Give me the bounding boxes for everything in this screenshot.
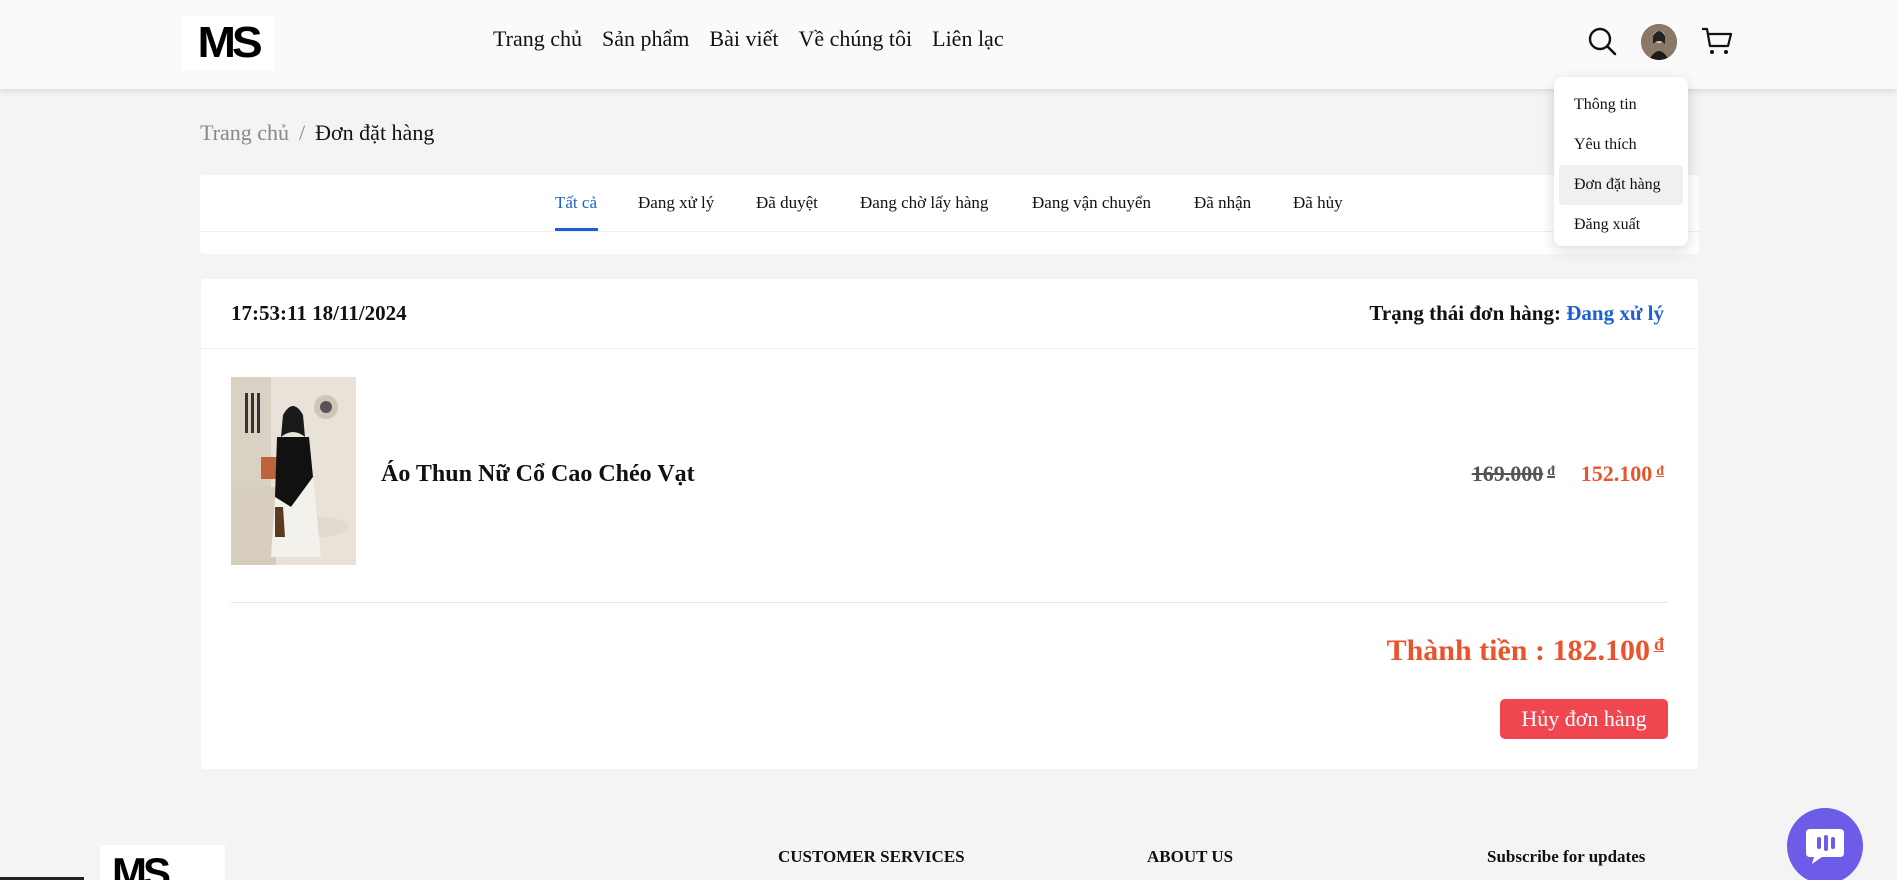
footer-logo[interactable]: MS: [100, 845, 225, 880]
product-name[interactable]: Áo Thun Nữ Cổ Cao Chéo Vạt: [381, 461, 695, 488]
tab-processing[interactable]: Đang xử lý: [638, 193, 714, 213]
footer-logo-text: MS: [112, 849, 171, 880]
chat-icon[interactable]: [1787, 808, 1863, 880]
site-header: MS Trang chủ Sản phẩm Bài viết Về chúng …: [0, 0, 1897, 89]
breadcrumb-home[interactable]: Trang chủ: [200, 120, 289, 146]
breadcrumb-separator: /: [299, 120, 306, 145]
sale-price: 152.100 đ: [1581, 461, 1664, 487]
logo-text: MS: [197, 18, 263, 67]
tab-received[interactable]: Đã nhận: [1194, 193, 1251, 213]
tab-awaiting-pickup[interactable]: Đang chờ lấy hàng: [860, 193, 988, 213]
nav-item-about[interactable]: Về chúng tôi: [798, 26, 912, 52]
nav-item-products[interactable]: Sản phẩm: [602, 26, 689, 52]
tab-all[interactable]: Tất cả: [555, 193, 597, 213]
currency-symbol: đ: [1656, 464, 1664, 479]
order-time: 17:53:11 18/11/2024: [231, 301, 407, 325]
tab-approved[interactable]: Đã duyệt: [756, 193, 818, 213]
menu-item-profile[interactable]: Thông tin: [1559, 85, 1683, 125]
product-image[interactable]: [231, 377, 356, 565]
currency-symbol: đ: [1547, 464, 1555, 479]
order-status-label: Trạng thái đơn hàng:: [1369, 301, 1561, 325]
main-nav: Trang chủ Sản phẩm Bài viết Về chúng tôi…: [493, 26, 1004, 52]
breadcrumb: Trang chủ / Đơn đặt hàng: [200, 120, 434, 146]
order-total-label: Thành tiền :: [1386, 634, 1545, 667]
original-price-value: 169.000: [1471, 461, 1544, 486]
footer-heading-customer-services: CUSTOMER SERVICES: [778, 847, 965, 866]
footer-heading-about-us: ABOUT US: [1147, 847, 1234, 866]
cart-icon[interactable]: [1700, 24, 1734, 58]
tab-shipping[interactable]: Đang vận chuyển: [1032, 193, 1151, 213]
menu-item-logout[interactable]: Đăng xuất: [1559, 205, 1683, 245]
tab-cancelled[interactable]: Đã hủy: [1293, 193, 1343, 213]
cancel-order-button[interactable]: Hủy đơn hàng: [1500, 699, 1668, 739]
nav-item-articles[interactable]: Bài viết: [709, 26, 778, 52]
breadcrumb-current: Đơn đặt hàng: [315, 120, 435, 145]
site-logo[interactable]: MS: [182, 16, 274, 70]
menu-item-orders[interactable]: Đơn đặt hàng: [1559, 165, 1683, 205]
order-card: 17:53:11 18/11/2024 Trạng thái đơn hàng:…: [201, 279, 1698, 769]
order-total: Thành tiền : 182.100 đ: [1387, 634, 1664, 668]
currency-symbol: đ: [1653, 634, 1664, 654]
nav-item-contact[interactable]: Liên lạc: [932, 26, 1003, 52]
menu-item-favorites[interactable]: Yêu thích: [1559, 125, 1683, 165]
user-menu-dropdown: Thông tin Yêu thích Đơn đặt hàng Đăng xu…: [1554, 77, 1688, 246]
sale-price-value: 152.100: [1580, 461, 1653, 486]
search-icon[interactable]: [1585, 24, 1619, 58]
order-header: 17:53:11 18/11/2024 Trạng thái đơn hàng:…: [201, 279, 1698, 349]
avatar[interactable]: [1641, 24, 1677, 60]
order-tabs: Tất cả Đang xử lý Đã duyệt Đang chờ lấy …: [200, 175, 1699, 232]
nav-item-home[interactable]: Trang chủ: [493, 26, 582, 52]
footer-heading-subscribe: Subscribe for updates: [1487, 847, 1646, 866]
order-total-value: 182.100: [1552, 634, 1650, 667]
divider: [231, 602, 1668, 603]
order-status: Trạng thái đơn hàng: Đang xử lý: [1369, 301, 1664, 326]
order-tabs-panel: Tất cả Đang xử lý Đã duyệt Đang chờ lấy …: [200, 175, 1699, 254]
order-status-value: Đang xử lý: [1566, 301, 1664, 325]
active-tab-indicator: [555, 228, 598, 231]
original-price: 169.000 đ: [1472, 461, 1555, 487]
